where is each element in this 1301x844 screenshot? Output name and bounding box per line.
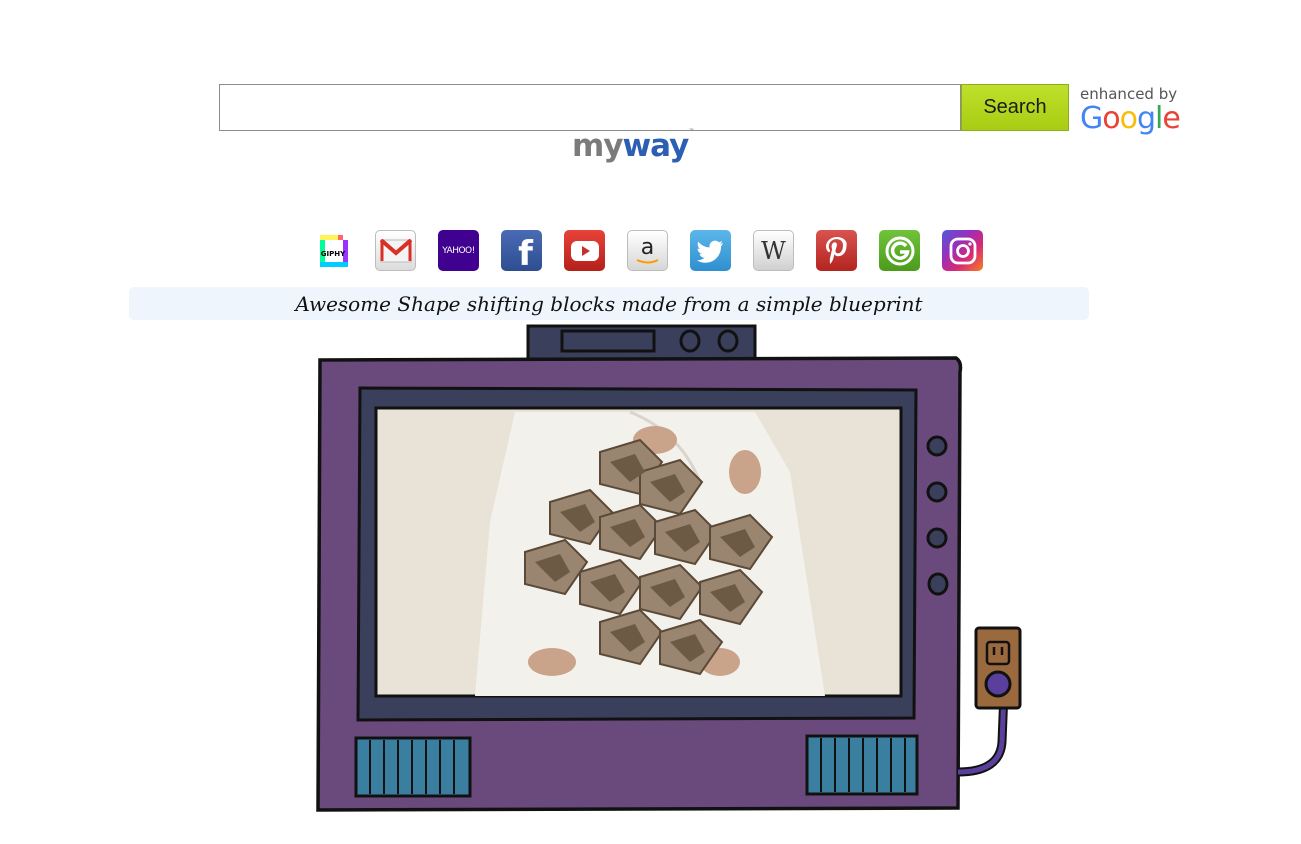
tv-illustration	[300, 322, 1040, 822]
grammarly-g-icon	[885, 236, 914, 265]
google-letter: o	[1119, 101, 1138, 136]
tv-top-knob	[679, 329, 701, 353]
myway-logo-tm: ™	[688, 128, 694, 135]
google-letter: o	[1102, 101, 1120, 136]
facebook-icon[interactable]: f	[501, 230, 542, 271]
page: Search enhanced by Google myway™ GIPHY Y…	[0, 0, 1301, 844]
yahoo-icon[interactable]: YAHOO!	[438, 230, 479, 271]
gif-person-hand	[528, 648, 576, 676]
giphy-icon[interactable]: GIPHY	[312, 230, 353, 271]
grammarly-icon[interactable]	[879, 230, 920, 271]
pinterest-icon[interactable]	[816, 230, 857, 271]
twitter-bird-icon	[696, 240, 723, 263]
tv-side-knob	[926, 481, 948, 503]
shortcut-bar: GIPHY YAHOO! f a W	[312, 230, 983, 271]
gif-caption: Awesome Shape shifting blocks made from …	[129, 287, 1089, 320]
google-letter: g	[1136, 101, 1156, 136]
youtube-icon[interactable]	[564, 230, 605, 271]
search-button[interactable]: Search	[961, 84, 1069, 131]
giphy-label: GIPHY	[320, 250, 345, 258]
google-letter: e	[1162, 101, 1180, 136]
gif-person-hand	[729, 450, 761, 494]
enhanced-by-google: enhanced by Google	[1080, 85, 1190, 140]
yahoo-label: YAHOO!	[442, 245, 475, 256]
tv-side-knob	[927, 572, 949, 596]
myway-logo-my: my	[572, 128, 624, 164]
tv-top-slot	[560, 329, 656, 353]
tv-speaker-vent-right	[805, 734, 919, 796]
pinterest-p-icon	[825, 236, 847, 264]
wikipedia-label: W	[761, 236, 786, 265]
twitter-icon[interactable]	[690, 230, 731, 271]
amazon-smile-icon	[636, 258, 658, 263]
wikipedia-icon[interactable]: W	[753, 230, 794, 271]
giphy-icon-graphic: GIPHY	[319, 234, 348, 267]
youtube-play-icon	[570, 240, 599, 261]
amazon-icon[interactable]: a	[627, 230, 668, 271]
myway-logo-way: way	[622, 128, 690, 164]
tv-drawing	[316, 324, 1022, 812]
amazon-label: a	[640, 234, 655, 260]
power-plug	[984, 670, 1012, 698]
google-letter: G	[1080, 101, 1103, 136]
tv-top-knob	[717, 329, 739, 353]
tv-speaker-vent-left	[354, 736, 472, 798]
tv-side-knob	[926, 527, 948, 549]
gmail-icon[interactable]	[375, 230, 416, 271]
gmail-envelope-icon	[379, 238, 412, 262]
instagram-icon[interactable]	[942, 230, 983, 271]
myway-logo[interactable]: myway™	[572, 128, 694, 164]
google-logo: Google	[1080, 103, 1190, 135]
instagram-camera-icon	[949, 237, 976, 264]
search-input[interactable]	[219, 84, 961, 131]
tv-side-knob	[926, 435, 948, 457]
facebook-label: f	[518, 234, 533, 271]
